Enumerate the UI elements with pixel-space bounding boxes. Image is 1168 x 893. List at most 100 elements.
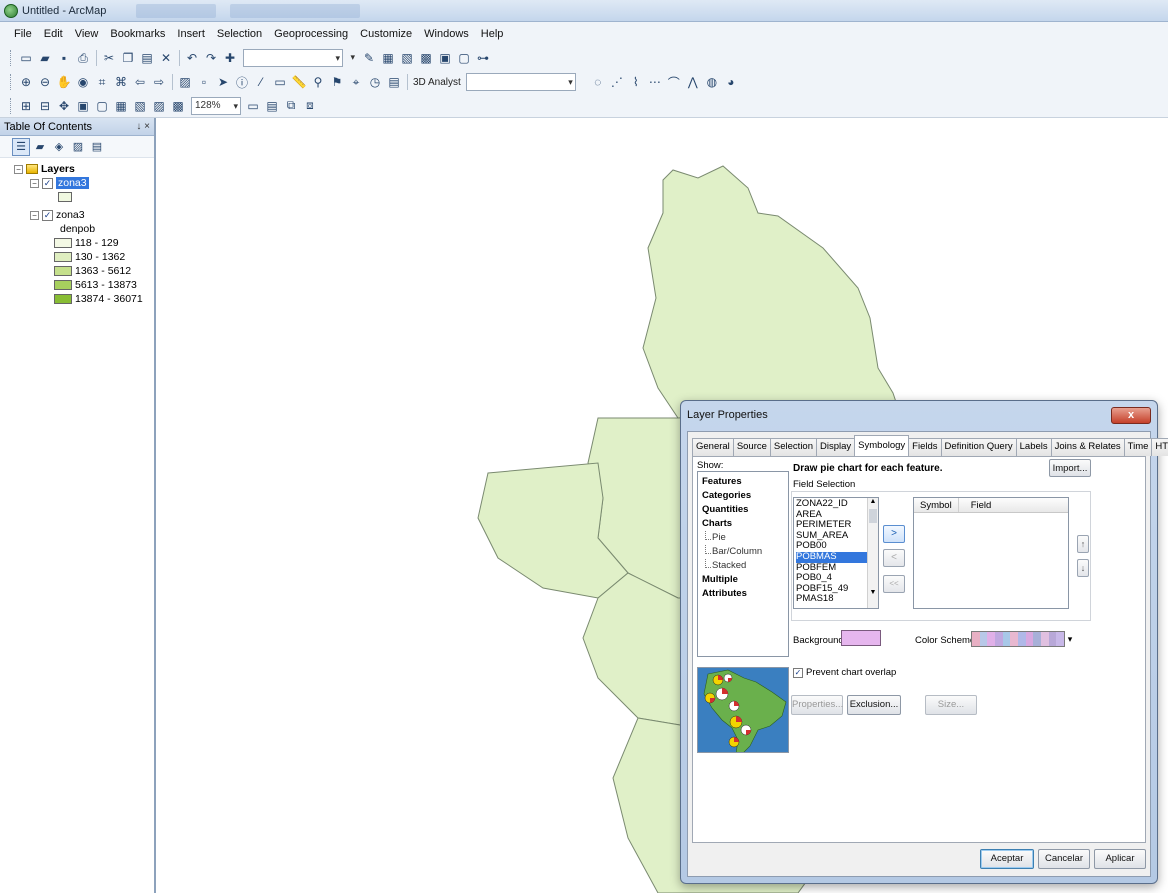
show-item-categories[interactable]: Categories <box>702 489 784 503</box>
scale-dropdown[interactable] <box>349 49 357 67</box>
steepest-path-icon[interactable]: ⋰ <box>608 73 626 91</box>
toc-pin-close[interactable]: ↓ × <box>136 121 150 132</box>
undo-icon[interactable]: ↶ <box>183 49 201 67</box>
editor-toolbar-icon[interactable]: ✎ <box>360 49 378 67</box>
field-list-scrollbar[interactable]: ▲ ▼ <box>867 498 878 608</box>
show-item-bar-column[interactable]: Bar/Column <box>702 545 784 559</box>
collapse-icon[interactable]: − <box>30 178 39 188</box>
previous-extent-layout-icon[interactable]: ▨ <box>150 97 168 115</box>
scale-combo[interactable] <box>243 49 343 67</box>
field-item[interactable]: ZONA22_ID <box>796 498 876 510</box>
chevron-down-icon[interactable]: ▾ <box>1065 631 1075 647</box>
show-item-multiple-attributes[interactable]: Multiple Attributes <box>702 573 784 599</box>
menu-bookmarks[interactable]: Bookmarks <box>104 28 171 40</box>
toc-options-icon[interactable]: ▤ <box>88 138 106 156</box>
tab-source[interactable]: Source <box>732 438 771 456</box>
menu-windows[interactable]: Windows <box>418 28 475 40</box>
fixed-zoom-in-layout-icon[interactable]: ▦ <box>112 97 130 115</box>
remove-all-fields-button[interactable]: << <box>883 575 905 593</box>
new-document-icon[interactable]: ▭ <box>17 49 35 67</box>
delete-icon[interactable]: ✕ <box>157 49 175 67</box>
tree-row-layers[interactable]: − Layers <box>0 162 154 176</box>
tab-html-popup[interactable]: HTML Popup <box>1151 438 1168 456</box>
class-color-swatch[interactable] <box>54 294 72 304</box>
toolbar-grip[interactable] <box>10 50 13 66</box>
identify-icon[interactable]: ⓘ <box>233 73 251 91</box>
zoom-level-combo[interactable]: 128% <box>191 96 241 115</box>
hyperlink-icon[interactable]: ⁄ <box>252 73 270 91</box>
menu-view[interactable]: View <box>69 28 105 40</box>
menu-help[interactable]: Help <box>475 28 510 40</box>
measure-icon[interactable]: 📏 <box>290 73 308 91</box>
forward-extent-icon[interactable]: ⇨ <box>150 73 168 91</box>
data-driven-pages-icon[interactable]: ⧈ <box>301 97 319 115</box>
select-elements-icon[interactable]: ➤ <box>214 73 232 91</box>
list-by-visibility-icon[interactable]: ◈ <box>50 138 68 156</box>
menu-geoprocessing[interactable]: Geoprocessing <box>268 28 354 40</box>
tree-row-layer2[interactable]: − ✓ zona3 <box>0 208 154 222</box>
class-color-swatch[interactable] <box>54 252 72 262</box>
show-category-list[interactable]: Features Categories Quantities Charts Pie Bar… <box>697 471 789 657</box>
properties-button[interactable]: Properties... <box>791 695 843 715</box>
prevent-overlap-row[interactable]: ✓ Prevent chart overlap <box>793 667 896 678</box>
paste-icon[interactable]: ▤ <box>138 49 156 67</box>
interpolate-line-icon[interactable]: ⌒ <box>665 73 683 91</box>
list-by-source-icon[interactable]: ▰ <box>31 138 49 156</box>
back-extent-icon[interactable]: ⇦ <box>131 73 149 91</box>
find-route-icon[interactable]: ⚑ <box>328 73 346 91</box>
interpolate-point-icon[interactable]: ⋯ <box>646 73 664 91</box>
redo-icon[interactable]: ↷ <box>202 49 220 67</box>
symbol-field-table[interactable]: Symbol Field <box>913 497 1069 609</box>
layout-zoom-out-icon[interactable]: ⊟ <box>36 97 54 115</box>
tab-labels[interactable]: Labels <box>1015 438 1052 456</box>
tab-fields[interactable]: Fields <box>908 438 942 456</box>
zoom-in-icon[interactable]: ⊕ <box>17 73 35 91</box>
import-button[interactable]: Import... <box>1049 459 1091 477</box>
layer-name[interactable]: zona3 <box>56 177 89 189</box>
python-window-icon[interactable]: ▢ <box>455 49 473 67</box>
tree-row-layer1[interactable]: − ✓ zona3 <box>0 176 154 190</box>
fixed-zoom-out-icon[interactable]: ⌘ <box>112 73 130 91</box>
show-item-quantities[interactable]: Quantities <box>702 503 784 517</box>
open-folder-icon[interactable]: ▰ <box>36 49 54 67</box>
move-down-button[interactable]: ↓ <box>1077 559 1089 577</box>
menu-edit[interactable]: Edit <box>38 28 69 40</box>
menu-file[interactable]: File <box>8 28 38 40</box>
cut-icon[interactable]: ✂ <box>100 49 118 67</box>
show-item-stacked[interactable]: Stacked <box>702 559 784 573</box>
dialog-title-bar[interactable]: Layer Properties x <box>681 401 1157 429</box>
tab-general[interactable]: General <box>692 438 734 456</box>
field-item[interactable]: POBMAS <box>796 551 876 563</box>
3d-analyst-label[interactable]: 3D Analyst <box>413 77 461 88</box>
field-column-header[interactable]: Field <box>957 498 991 512</box>
toolbar-grip[interactable] <box>10 97 13 114</box>
menu-customize[interactable]: Customize <box>354 28 418 40</box>
exclusion-button[interactable]: Exclusion... <box>847 695 901 715</box>
zoom-whole-page-icon[interactable]: ▣ <box>74 97 92 115</box>
symbol-swatch[interactable] <box>58 192 72 202</box>
search-window-icon[interactable]: ▩ <box>417 49 435 67</box>
remove-field-button[interactable]: < <box>883 549 905 567</box>
show-item-features[interactable]: Features <box>702 475 784 489</box>
accept-button[interactable]: Aceptar <box>980 849 1034 869</box>
class-color-swatch[interactable] <box>54 238 72 248</box>
show-item-pie[interactable]: Pie <box>702 531 784 545</box>
layer-name[interactable]: zona3 <box>56 209 85 221</box>
color-scheme-ramp[interactable] <box>971 631 1065 647</box>
field-item[interactable]: PMAS18 <box>796 594 876 605</box>
class-legend-item[interactable]: 5613 - 13873 <box>0 278 154 292</box>
zoom-100-icon[interactable]: ▢ <box>93 97 111 115</box>
class-legend-item[interactable]: 130 - 1362 <box>0 250 154 264</box>
table-of-contents-icon[interactable]: ▦ <box>379 49 397 67</box>
fixed-zoom-in-icon[interactable]: ⌗ <box>93 73 111 91</box>
map-polygon-north[interactable] <box>642 165 899 419</box>
layout-zoom-in-icon[interactable]: ⊞ <box>17 97 35 115</box>
class-legend-item[interactable]: 1363 - 5612 <box>0 264 154 278</box>
add-field-button[interactable]: > <box>883 525 905 543</box>
save-icon[interactable]: ▪ <box>55 49 73 67</box>
contour-icon[interactable]: ◌ <box>589 73 607 91</box>
dialog-close-button[interactable]: x <box>1111 406 1151 424</box>
next-extent-layout-icon[interactable]: ▩ <box>169 97 187 115</box>
go-to-xy-icon[interactable]: ⌖ <box>347 73 365 91</box>
layout-pan-icon[interactable]: ✥ <box>55 97 73 115</box>
